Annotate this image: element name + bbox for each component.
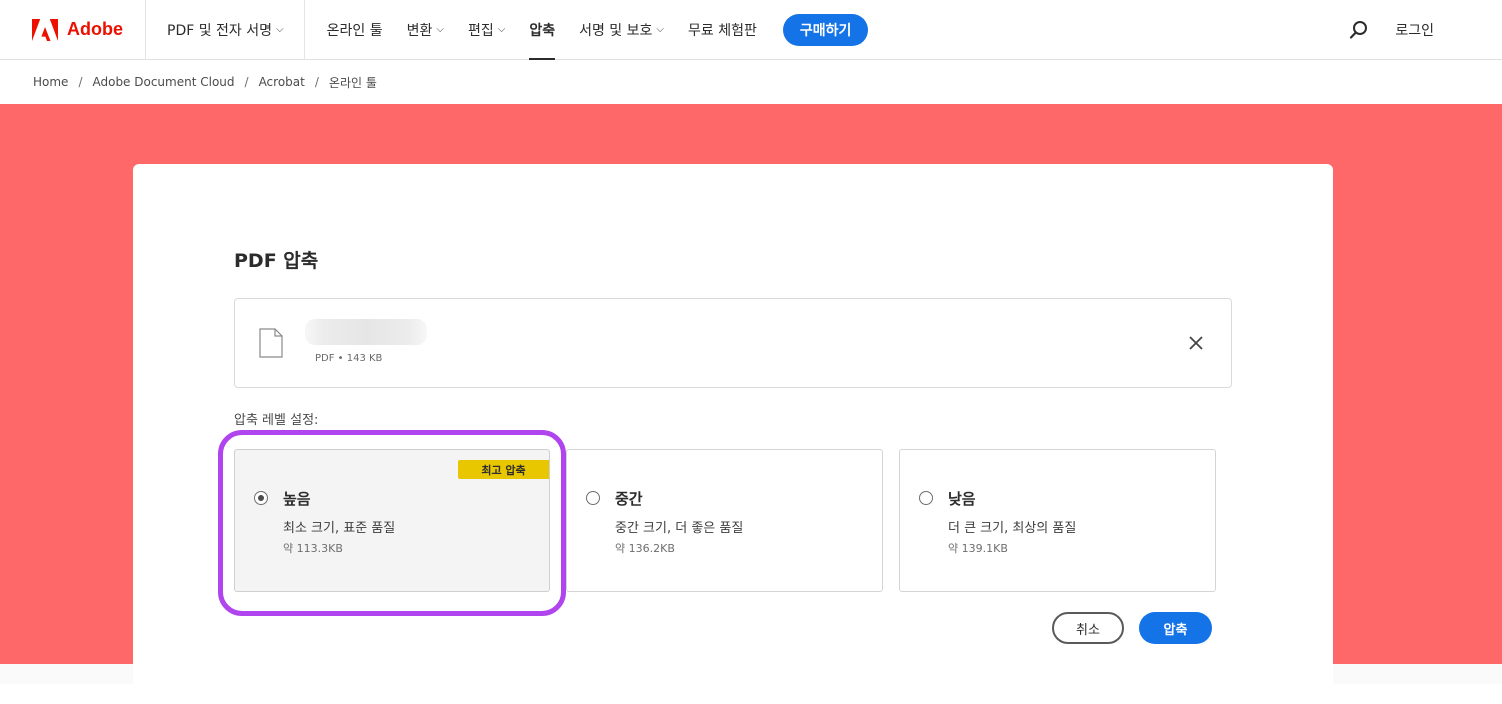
breadcrumb-online-tools: 온라인 툴	[328, 75, 377, 90]
chevron-down-icon: ⌵	[656, 24, 664, 35]
breadcrumb: Home / Adobe Document Cloud / Acrobat / …	[33, 74, 377, 90]
nav-item-label: 무료 체험판	[688, 22, 757, 39]
nav-item-label: 압축	[529, 22, 556, 39]
product-menu[interactable]: PDF 및 전자 서명 ⌵	[146, 0, 305, 60]
option-high[interactable]: 최고 압축 높음 최소 크기, 표준 품질 약 113.3KB	[234, 449, 550, 592]
compress-card: PDF 압축 PDF • 143 KB 압축 레벨 설정: 최고 압축 높음 최…	[133, 164, 1333, 704]
buy-button[interactable]: 구매하기	[782, 13, 869, 46]
brand-name: Adobe	[67, 19, 123, 39]
breadcrumb-acrobat[interactable]: Acrobat	[259, 75, 305, 89]
nav-item-label: 서명 및 보호	[579, 22, 653, 39]
compress-button[interactable]: 압축	[1139, 612, 1212, 644]
nav-sign-protect[interactable]: 서명 및 보호 ⌵	[579, 0, 664, 60]
option-description: 중간 크기, 더 좋은 품질	[615, 521, 744, 536]
option-size: 약 139.1KB	[948, 542, 1008, 555]
breadcrumb-home[interactable]: Home	[33, 75, 68, 89]
option-low[interactable]: 낮음 더 큰 크기, 최상의 품질 약 139.1KB	[899, 449, 1216, 592]
breadcrumb-document-cloud[interactable]: Adobe Document Cloud	[92, 75, 234, 89]
option-description: 최소 크기, 표준 품질	[283, 521, 396, 536]
nav-item-label: 편집	[467, 22, 494, 39]
file-icon	[259, 328, 283, 358]
chevron-down-icon: ⌵	[276, 24, 284, 35]
option-size: 약 113.3KB	[283, 542, 343, 555]
option-medium[interactable]: 중간 중간 크기, 더 좋은 품질 약 136.2KB	[566, 449, 883, 592]
search-icon[interactable]	[1349, 20, 1369, 40]
adobe-logo[interactable]: Adobe	[0, 0, 146, 60]
radio-medium[interactable]	[586, 491, 600, 505]
best-compression-badge: 최고 압축	[458, 460, 549, 479]
nav-compress[interactable]: 압축	[529, 0, 555, 60]
breadcrumb-separator: /	[244, 75, 249, 89]
main-nav: 온라인 툴 변환 ⌵ 편집 ⌵ 압축 서명 및 보호 ⌵ 무료 체험판 구매하기	[327, 0, 869, 60]
file-meta: PDF • 143 KB	[315, 353, 383, 364]
nav-edit[interactable]: 편집 ⌵	[468, 0, 505, 60]
compression-level-label: 압축 레벨 설정:	[234, 413, 319, 428]
close-icon[interactable]	[1189, 336, 1203, 350]
nav-right: 로그인	[1349, 0, 1434, 60]
breadcrumb-separator: /	[314, 75, 319, 89]
option-size: 약 136.2KB	[615, 542, 675, 555]
radio-low[interactable]	[919, 491, 933, 505]
page-title: PDF 압축	[234, 250, 319, 272]
breadcrumb-separator: /	[78, 75, 83, 89]
top-navigation: Adobe PDF 및 전자 서명 ⌵ 온라인 툴 변환 ⌵ 편집 ⌵ 압축 서…	[0, 0, 1502, 60]
option-description: 더 큰 크기, 최상의 품질	[948, 521, 1077, 536]
nav-convert[interactable]: 변환 ⌵	[407, 0, 444, 60]
option-title: 중간	[615, 490, 643, 508]
file-name-redacted	[305, 319, 427, 345]
cancel-button[interactable]: 취소	[1052, 612, 1124, 644]
nav-online-tools[interactable]: 온라인 툴	[327, 0, 383, 60]
adobe-logo-icon	[32, 18, 58, 41]
option-title: 낮음	[948, 490, 976, 508]
uploaded-file: PDF • 143 KB	[234, 298, 1232, 388]
nav-item-label: 온라인 툴	[326, 22, 383, 39]
nav-free-trial[interactable]: 무료 체험판	[688, 0, 757, 60]
nav-item-label: 변환	[406, 22, 433, 39]
product-menu-label: PDF 및 전자 서명	[167, 22, 273, 39]
option-title: 높음	[283, 490, 311, 508]
radio-high[interactable]	[254, 491, 268, 505]
login-link[interactable]: 로그인	[1395, 20, 1434, 40]
chevron-down-icon: ⌵	[497, 24, 506, 35]
chevron-down-icon: ⌵	[436, 24, 444, 35]
